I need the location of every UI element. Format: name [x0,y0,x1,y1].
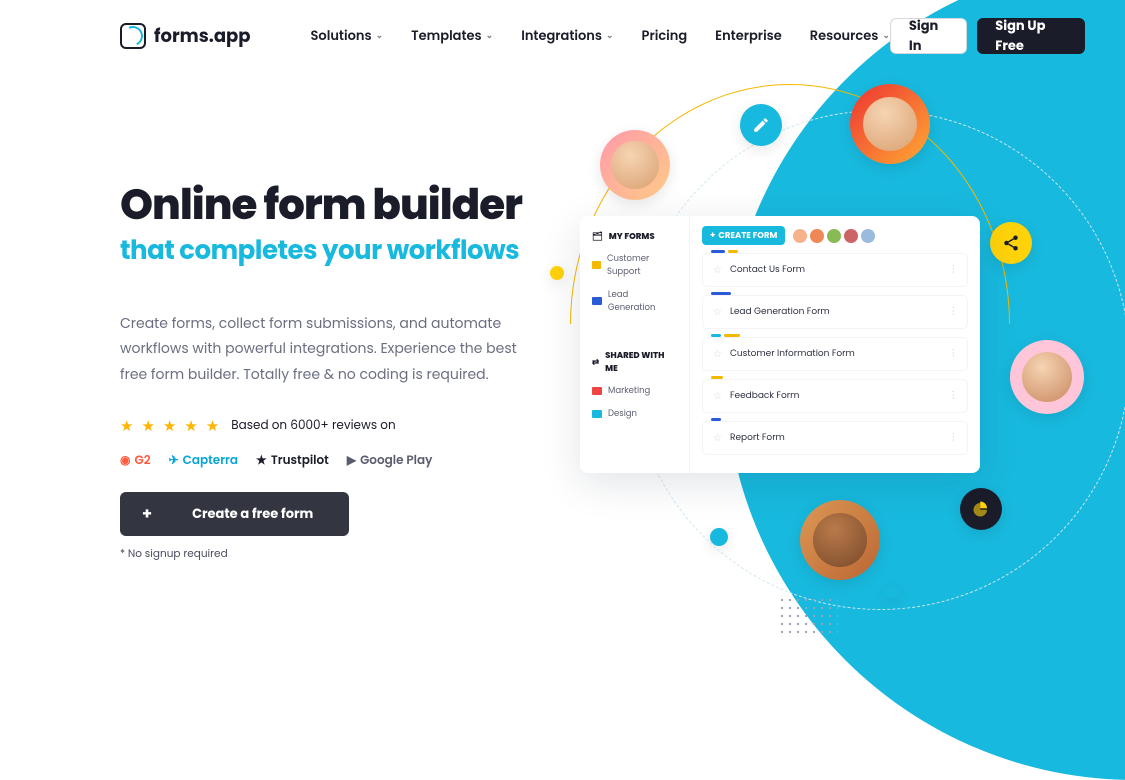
hero: Online form builder that completes your … [0,72,540,562]
pencil-icon [740,104,782,146]
hero-illustration: 🗂 MY FORMS Customer SupportLead Generati… [540,90,1125,650]
nav-templates[interactable]: Templates⌄ [411,26,493,46]
folder-icon: 🗂 [592,230,603,243]
reviews-text: Based on 6000+ reviews on [231,417,395,435]
review-badges: ◉ G2 ✈ Capterra ★ Trustpilot ▶ Google Pl… [120,452,540,470]
nav-enterprise[interactable]: Enterprise [715,26,782,46]
app-preview-panel: 🗂 MY FORMS Customer SupportLead Generati… [580,216,980,473]
share-icon [990,222,1032,264]
chevron-down-icon: ⌄ [376,30,384,43]
decor-dots-grid [778,596,838,636]
star-icon[interactable]: ☆ [713,262,722,278]
form-card[interactable]: ☆Feedback Form⋮ [702,379,968,413]
preview-main: + CREATE FORM ☆Contact Us Form⋮ ☆Lead Gen… [690,216,980,473]
nav-solutions[interactable]: Solutions⌄ [311,26,384,46]
chevron-down-icon: ⌄ [486,30,494,43]
sign-up-button[interactable]: Sign Up Free [977,18,1085,54]
folder-item[interactable]: Customer Support [580,247,689,283]
logo[interactable]: forms.app [120,23,251,50]
decor-dot [710,528,728,546]
star-icon[interactable]: ☆ [713,430,722,446]
form-card[interactable]: ☆Customer Information Form⋮ [702,337,968,371]
trustpilot-badge[interactable]: ★ Trustpilot [256,452,329,470]
shared-header: ⇄ SHARED WITH ME [580,345,689,379]
chart-icon [960,488,1002,530]
form-card[interactable]: ☆Report Form⋮ [702,421,968,455]
collaborators [793,229,875,243]
nav-resources[interactable]: Resources⌄ [810,26,890,46]
create-form-button[interactable]: + CREATE FORM [702,226,785,245]
header: forms.app Solutions⌄ Templates⌄ Integratio… [0,0,1125,72]
my-forms-header: 🗂 MY FORMS [580,226,689,247]
logo-text: forms.app [154,23,251,50]
googleplay-badge[interactable]: ▶ Google Play [347,452,433,470]
sign-in-button[interactable]: Sign In [890,18,967,54]
preview-sidebar: 🗂 MY FORMS Customer SupportLead Generati… [580,216,690,473]
star-icon[interactable]: ☆ [713,388,722,404]
folder-item[interactable]: Design [580,402,689,425]
share-icon: ⇄ [592,356,599,369]
g2-badge[interactable]: ◉ G2 [120,452,151,470]
kebab-icon[interactable]: ⋮ [949,263,958,277]
avatar [1010,340,1084,414]
primary-nav: Solutions⌄ Templates⌄ Integrations⌄ Pricing… [311,26,890,46]
cta-note: * No signup required [120,546,540,562]
nav-integrations[interactable]: Integrations⌄ [521,26,613,46]
hero-title: Online form builder [120,182,540,228]
star-icon[interactable]: ☆ [713,304,722,320]
star-icon[interactable]: ☆ [713,346,722,362]
folder-icon [592,297,602,305]
reviews-row: ★ ★ ★ ★ ★ Based on 6000+ reviews on [120,415,540,438]
chevron-down-icon: ⌄ [882,30,890,43]
kebab-icon[interactable]: ⋮ [949,389,958,403]
logo-icon [120,23,146,49]
hero-lead: Create forms, collect form submissions, … [120,311,520,387]
capterra-badge[interactable]: ✈ Capterra [169,452,238,470]
kebab-icon[interactable]: ⋮ [949,431,958,445]
form-card[interactable]: ☆Lead Generation Form⋮ [702,295,968,329]
chevron-down-icon: ⌄ [606,30,614,43]
decor-dot [886,586,898,598]
hero-subtitle: that completes your workflows [120,232,540,271]
plus-icon: + [142,501,152,526]
nav-pricing[interactable]: Pricing [642,26,688,46]
form-card[interactable]: ☆Contact Us Form⋮ [702,253,968,287]
folder-item[interactable]: Lead Generation [580,283,689,319]
create-form-cta[interactable]: + Create a free form [120,492,349,536]
decor-dot [550,266,564,280]
kebab-icon[interactable]: ⋮ [949,305,958,319]
folder-item[interactable]: Marketing [580,379,689,402]
avatar [850,84,930,164]
plus-icon: + [710,229,715,242]
folder-icon [592,387,602,395]
cta-label: Create a free form [192,504,313,524]
avatar [800,500,880,580]
folder-icon [592,261,601,269]
folder-icon [592,410,602,418]
kebab-icon[interactable]: ⋮ [949,347,958,361]
stars-icon: ★ ★ ★ ★ ★ [120,415,221,438]
avatar [600,130,670,200]
